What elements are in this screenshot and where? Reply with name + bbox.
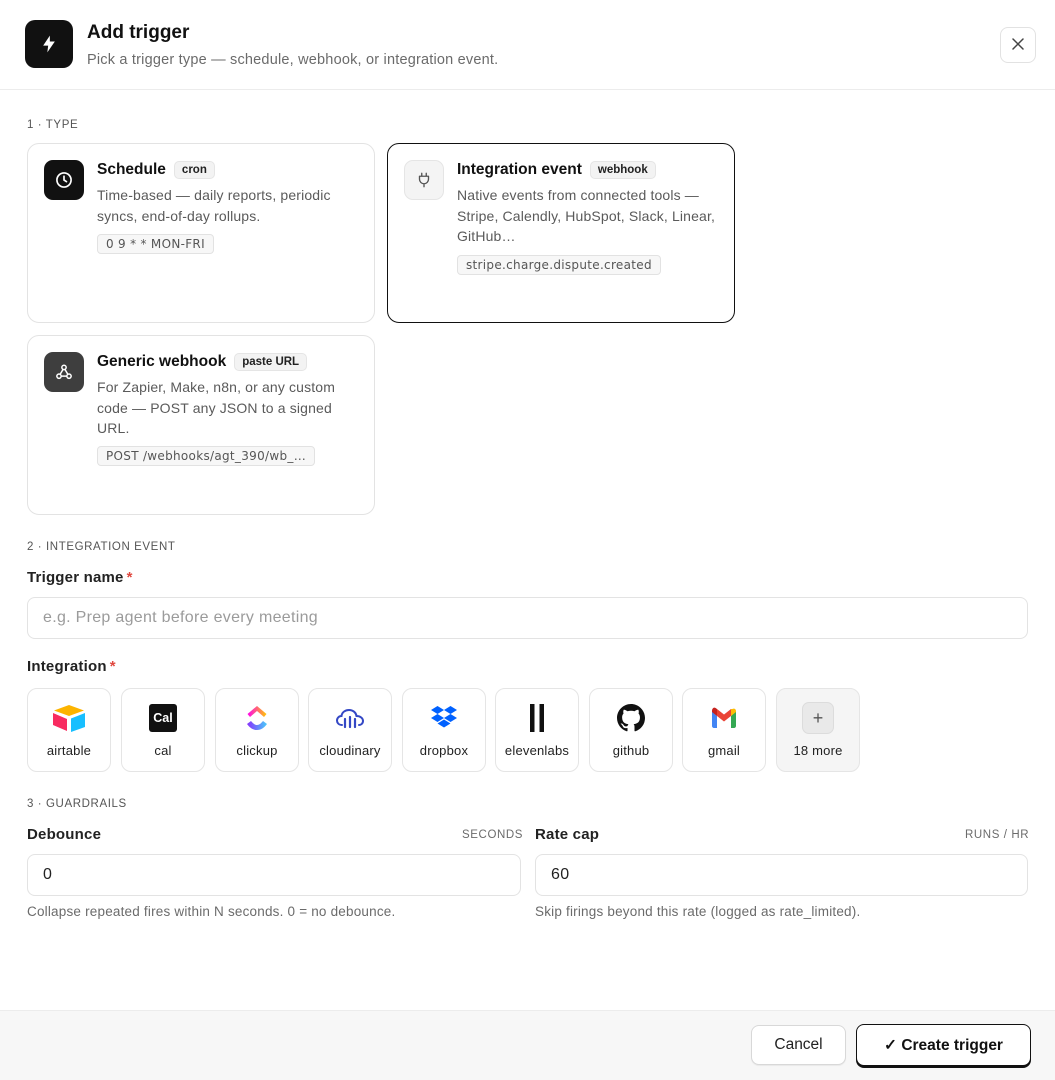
- section-label-integration-event: 2 · INTEGRATION EVENT: [27, 541, 176, 553]
- type-card-title: Generic webhook paste URL: [97, 353, 308, 371]
- integration-tile-airtable[interactable]: airtable: [27, 688, 111, 772]
- type-title-text: Schedule: [97, 161, 166, 178]
- debounce-help: Collapse repeated fires within N seconds…: [27, 904, 396, 919]
- plus-icon: +: [802, 702, 834, 734]
- rate-cap-help: Skip firings beyond this rate (logged as…: [535, 904, 861, 919]
- integration-name: cloudinary: [319, 743, 381, 758]
- integration-label: Integration *: [27, 658, 116, 675]
- integration-name: gmail: [707, 743, 741, 758]
- integration-tile-github[interactable]: github: [589, 688, 673, 772]
- gmail-icon: [683, 703, 765, 733]
- github-icon: [590, 703, 672, 733]
- integration-tile-cal[interactable]: Cal cal: [121, 688, 205, 772]
- cal-icon: Cal: [122, 703, 204, 733]
- clock-icon: [44, 160, 84, 200]
- dialog-subtitle: Pick a trigger type — schedule, webhook,…: [87, 52, 499, 68]
- type-card-title: Integration event webhook: [457, 161, 656, 179]
- lightning-bolt-icon: [25, 20, 73, 68]
- integration-name: dropbox: [419, 743, 469, 758]
- debounce-unit: SECONDS: [462, 829, 524, 841]
- type-badge: webhook: [589, 161, 656, 179]
- integration-tile-clickup[interactable]: clickup: [215, 688, 299, 772]
- integration-tile-dropbox[interactable]: dropbox: [402, 688, 486, 772]
- close-button[interactable]: [1000, 27, 1036, 63]
- integration-tile-elevenlabs[interactable]: elevenlabs: [495, 688, 579, 772]
- cloudinary-icon: [309, 703, 391, 733]
- cancel-button[interactable]: Cancel: [751, 1025, 846, 1065]
- create-trigger-button[interactable]: ✓ Create trigger: [856, 1024, 1031, 1066]
- close-icon: [1012, 37, 1024, 53]
- plug-icon: [404, 160, 444, 200]
- section-label-type: 1 · TYPE: [27, 119, 79, 131]
- dialog-header: Add trigger Pick a trigger type — schedu…: [0, 0, 1055, 90]
- integration-label-text: Integration: [27, 658, 107, 675]
- integration-tile-gmail[interactable]: gmail: [682, 688, 766, 772]
- type-card-schedule[interactable]: Schedule cron Time-based — daily reports…: [27, 143, 375, 323]
- type-description: Native events from connected tools — Str…: [457, 187, 716, 244]
- type-badge: cron: [173, 161, 215, 179]
- type-example-code: 0 9 * * MON-FRI: [97, 234, 214, 254]
- rate-cap-input[interactable]: [535, 854, 1028, 896]
- integration-name: github: [612, 743, 650, 758]
- integration-name: cal: [154, 743, 172, 758]
- elevenlabs-icon: [496, 703, 578, 733]
- type-example-code: POST /webhooks/agt_390/wb_…: [97, 446, 315, 466]
- type-title-text: Integration event: [457, 161, 582, 178]
- rate-cap-unit: RUNS / HR: [965, 829, 1030, 841]
- more-logo: +: [777, 702, 859, 734]
- type-badge: paste URL: [234, 353, 308, 371]
- more-integrations-label: 18 more: [793, 743, 843, 758]
- webhook-icon: [44, 352, 84, 392]
- type-example-code: stripe.charge.dispute.created: [457, 255, 661, 275]
- dialog-title: Add trigger: [87, 22, 190, 43]
- trigger-name-label-text: Trigger name: [27, 569, 124, 586]
- required-mark: *: [126, 569, 133, 586]
- debounce-input[interactable]: [27, 854, 521, 896]
- type-card-generic-webhook[interactable]: Generic webhook paste URL For Zapier, Ma…: [27, 335, 375, 515]
- integration-name: elevenlabs: [504, 743, 570, 758]
- dropbox-icon: [403, 703, 485, 733]
- trigger-name-label: Trigger name *: [27, 569, 133, 586]
- airtable-icon: [28, 703, 110, 733]
- rate-cap-label: Rate cap: [535, 826, 600, 843]
- debounce-label: Debounce: [27, 826, 102, 843]
- type-description: For Zapier, Make, n8n, or any custom cod…: [97, 379, 336, 436]
- cal-logo-text: Cal: [153, 711, 173, 725]
- section-label-guardrails: 3 · GUARDRAILS: [27, 798, 127, 810]
- integration-tile-cloudinary[interactable]: cloudinary: [308, 688, 392, 772]
- trigger-name-input[interactable]: [27, 597, 1028, 639]
- type-title-text: Generic webhook: [97, 353, 227, 370]
- required-mark: *: [109, 658, 116, 675]
- integration-name: clickup: [236, 743, 278, 758]
- clickup-icon: [216, 703, 298, 733]
- type-description: Time-based — daily reports, periodic syn…: [97, 187, 331, 224]
- type-card-integration-event[interactable]: Integration event webhook Native events …: [387, 143, 735, 323]
- type-card-title: Schedule cron: [97, 161, 215, 179]
- integration-name: airtable: [46, 743, 92, 758]
- integration-tile-more[interactable]: + 18 more: [776, 688, 860, 772]
